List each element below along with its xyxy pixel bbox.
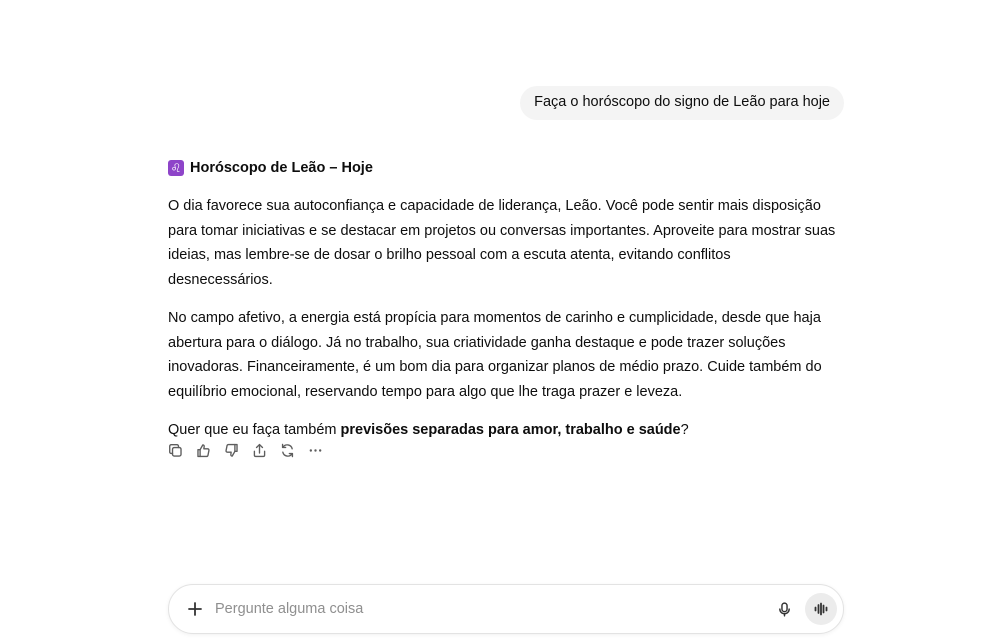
leo-sign-icon: ♌	[168, 160, 184, 176]
attach-button[interactable]	[183, 597, 207, 621]
regenerate-button[interactable]	[278, 440, 296, 460]
dictate-button[interactable]	[769, 594, 799, 624]
microphone-icon	[778, 601, 790, 617]
reply-actions-bar	[166, 440, 324, 460]
thumbs-down-icon	[224, 443, 238, 457]
more-icon	[309, 448, 321, 452]
plus-icon	[188, 602, 202, 616]
copy-icon	[168, 443, 182, 457]
prompt-input[interactable]	[215, 601, 769, 617]
share-icon	[253, 443, 265, 457]
thumbs-up-button[interactable]	[194, 440, 212, 460]
more-options-button[interactable]	[306, 440, 324, 460]
question-bold: previsões separadas para amor, trabalho …	[340, 422, 681, 438]
thumbs-up-icon	[196, 443, 210, 457]
reply-heading: ♌ Horóscopo de Leão – Hoje	[168, 158, 838, 178]
thumbs-down-button[interactable]	[222, 440, 240, 460]
regenerate-icon	[281, 443, 293, 457]
voice-waveform-icon	[814, 602, 828, 616]
user-message-bubble: Faça o horóscopo do signo de Leão para h…	[520, 86, 844, 120]
question-suffix: ?	[680, 422, 689, 438]
share-button[interactable]	[250, 440, 268, 460]
reply-paragraph: O dia favorece sua autoconfiança e capac…	[168, 198, 836, 288]
reply-heading-text: Horóscopo de Leão – Hoje	[190, 159, 373, 176]
copy-button[interactable]	[166, 440, 184, 460]
message-composer	[168, 584, 844, 634]
voice-mode-button[interactable]	[805, 593, 837, 625]
question-prefix: Quer que eu faça também	[168, 422, 341, 438]
user-message-text: Faça o horóscopo do signo de Leão para h…	[534, 94, 830, 110]
reply-paragraph: No campo afetivo, a energia está propíci…	[168, 310, 822, 400]
assistant-reply: ♌ Horóscopo de Leão – Hoje O dia favorec…	[168, 158, 838, 457]
reply-followup-question: Quer que eu faça também previsões separa…	[168, 418, 838, 443]
